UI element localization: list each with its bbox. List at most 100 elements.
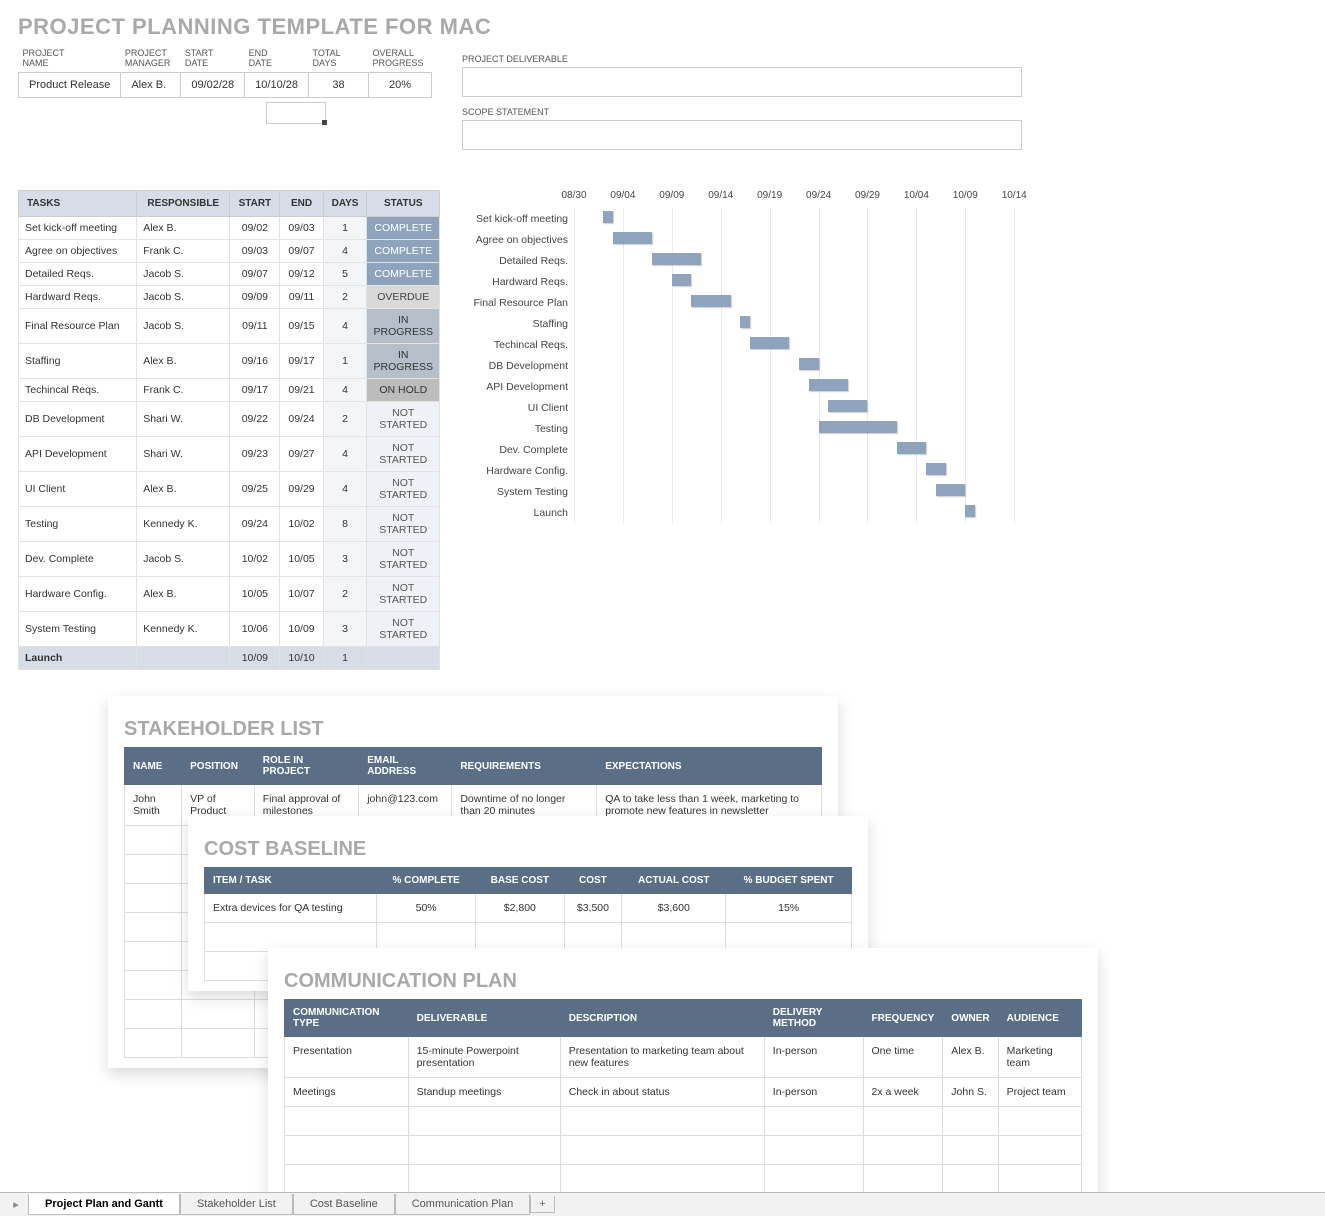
sheet-tab[interactable]: Cost Baseline (293, 1194, 395, 1215)
stakeholder-header: EMAIL ADDRESS (359, 748, 452, 785)
comm-table: COMMUNICATION TYPEDELIVERABLEDESCRIPTION… (284, 999, 1082, 1194)
cost-header: % BUDGET SPENT (726, 868, 852, 894)
gantt-row-label: Set kick-off meeting (464, 213, 574, 225)
comm-header: COMMUNICATION TYPE (285, 1000, 409, 1037)
task-row[interactable]: Set kick-off meetingAlex B.09/0209/031CO… (19, 217, 440, 240)
info-value[interactable]: 20% (368, 73, 431, 98)
comm-row[interactable]: Presentation15-minute Powerpoint present… (285, 1037, 1082, 1078)
task-row[interactable]: DB DevelopmentShari W.09/2209/242NOT STA… (19, 402, 440, 437)
task-cell-task: Dev. Complete (19, 542, 137, 577)
task-row[interactable]: UI ClientAlex B.09/2509/294NOT STARTED (19, 472, 440, 507)
task-row[interactable]: Detailed Reqs.Jacob S.09/0709/125COMPLET… (19, 263, 440, 286)
task-cell-start: 09/09 (230, 286, 280, 309)
task-cell-task: Launch (19, 647, 137, 670)
task-cell-days: 2 (323, 577, 367, 612)
task-cell-days: 8 (323, 507, 367, 542)
task-cell-days: 4 (323, 309, 367, 344)
cost-cell[interactable]: 50% (377, 894, 476, 923)
task-cell-days: 1 (323, 344, 367, 379)
gantt-row: System Testing (464, 481, 1024, 502)
task-cell-start: 10/02 (230, 542, 280, 577)
deliverable-input[interactable] (462, 67, 1022, 97)
gantt-axis-label: 09/14 (708, 190, 733, 201)
task-cell-status (367, 647, 440, 670)
gantt-bar (897, 442, 926, 454)
cost-cell[interactable]: $3,500 (564, 894, 622, 923)
info-value[interactable]: Product Release (19, 73, 121, 98)
info-value[interactable]: 38 (308, 73, 368, 98)
task-cell-resp: Kennedy K. (137, 612, 230, 647)
gantt-row: Techincal Reqs. (464, 334, 1024, 355)
task-cell-start: 10/09 (230, 647, 280, 670)
task-row[interactable]: Hardward Reqs.Jacob S.09/0909/112OVERDUE (19, 286, 440, 309)
task-cell-end: 09/07 (280, 240, 323, 263)
sheet-tab[interactable]: Communication Plan (395, 1194, 531, 1215)
gantt-row: Dev. Complete (464, 439, 1024, 460)
comm-header: DELIVERY METHOD (764, 1000, 863, 1037)
tasks-header: TASKS (19, 191, 137, 217)
cost-cell[interactable]: 15% (726, 894, 852, 923)
gantt-row-label: API Development (464, 381, 574, 393)
gantt-bar (926, 463, 946, 475)
task-cell-days: 1 (323, 647, 367, 670)
stakeholder-header: POSITION (182, 748, 255, 785)
comm-header: DELIVERABLE (408, 1000, 560, 1037)
gantt-bar (965, 505, 975, 517)
info-value[interactable]: Alex B. (121, 73, 181, 98)
task-row[interactable]: Final Resource PlanJacob S.09/1109/154IN… (19, 309, 440, 344)
task-cell-resp: Kennedy K. (137, 507, 230, 542)
gantt-row-label: Hardward Reqs. (464, 276, 574, 288)
scope-input[interactable] (462, 120, 1022, 150)
stakeholder-cell[interactable]: John Smith (125, 785, 182, 826)
task-row[interactable]: Dev. CompleteJacob S.10/0210/053NOT STAR… (19, 542, 440, 577)
selected-cell-indicator[interactable] (266, 102, 326, 124)
task-cell-start: 09/02 (230, 217, 280, 240)
gantt-bar (750, 337, 789, 349)
task-row[interactable]: Hardware Config.Alex B.10/0510/072NOT ST… (19, 577, 440, 612)
task-cell-end: 10/07 (280, 577, 323, 612)
cost-cell[interactable]: $2,800 (476, 894, 565, 923)
task-cell-task: Testing (19, 507, 137, 542)
task-cell-status: NOT STARTED (367, 507, 440, 542)
sheet-tab[interactable]: Project Plan and Gantt (28, 1194, 180, 1215)
gantt-bar (613, 232, 652, 244)
gantt-row: Agree on objectives (464, 229, 1024, 250)
info-value[interactable]: 09/02/28 (181, 73, 245, 98)
task-cell-start: 10/05 (230, 577, 280, 612)
task-cell-status: COMPLETE (367, 263, 440, 286)
gantt-axis-label: 09/24 (806, 190, 831, 201)
tab-nav-prev-icon[interactable]: ▸ (4, 1198, 28, 1211)
tasks-header: START (230, 191, 280, 217)
tasks-header: RESPONSIBLE (137, 191, 230, 217)
task-cell-status: NOT STARTED (367, 612, 440, 647)
task-cell-resp: Frank C. (137, 379, 230, 402)
comm-cell: Presentation (285, 1037, 409, 1078)
info-value[interactable]: 10/10/28 (245, 73, 309, 98)
comm-cell: Meetings (285, 1078, 409, 1107)
task-cell-task: Hardward Reqs. (19, 286, 137, 309)
cost-header: ITEM / TASK (205, 868, 377, 894)
task-cell-start: 09/16 (230, 344, 280, 379)
cost-cell[interactable]: Extra devices for QA testing (205, 894, 377, 923)
comm-row[interactable]: MeetingsStandup meetingsCheck in about s… (285, 1078, 1082, 1107)
sheet-tab[interactable]: Stakeholder List (180, 1194, 293, 1215)
comm-cell: Presentation to marketing team about new… (560, 1037, 764, 1078)
task-row[interactable]: Launch10/0910/101 (19, 647, 440, 670)
task-row[interactable]: System TestingKennedy K.10/0610/093NOT S… (19, 612, 440, 647)
add-sheet-button[interactable]: + (530, 1196, 554, 1213)
gantt-chart: 08/3009/0409/0909/1409/1909/2409/2910/04… (464, 190, 1024, 670)
task-cell-resp: Alex B. (137, 472, 230, 507)
task-row[interactable]: API DevelopmentShari W.09/2309/274NOT ST… (19, 437, 440, 472)
task-row[interactable]: StaffingAlex B.09/1609/171IN PROGRESS (19, 344, 440, 379)
task-cell-start: 09/22 (230, 402, 280, 437)
task-cell-start: 09/23 (230, 437, 280, 472)
gantt-row: API Development (464, 376, 1024, 397)
gantt-row-label: Testing (464, 423, 574, 435)
task-cell-status: NOT STARTED (367, 542, 440, 577)
task-row[interactable]: TestingKennedy K.09/2410/028NOT STARTED (19, 507, 440, 542)
task-row[interactable]: Techincal Reqs.Frank C.09/1709/214ON HOL… (19, 379, 440, 402)
task-cell-days: 3 (323, 612, 367, 647)
cost-cell[interactable]: $3,600 (622, 894, 726, 923)
task-row[interactable]: Agree on objectivesFrank C.09/0309/074CO… (19, 240, 440, 263)
gantt-bar (603, 211, 613, 223)
